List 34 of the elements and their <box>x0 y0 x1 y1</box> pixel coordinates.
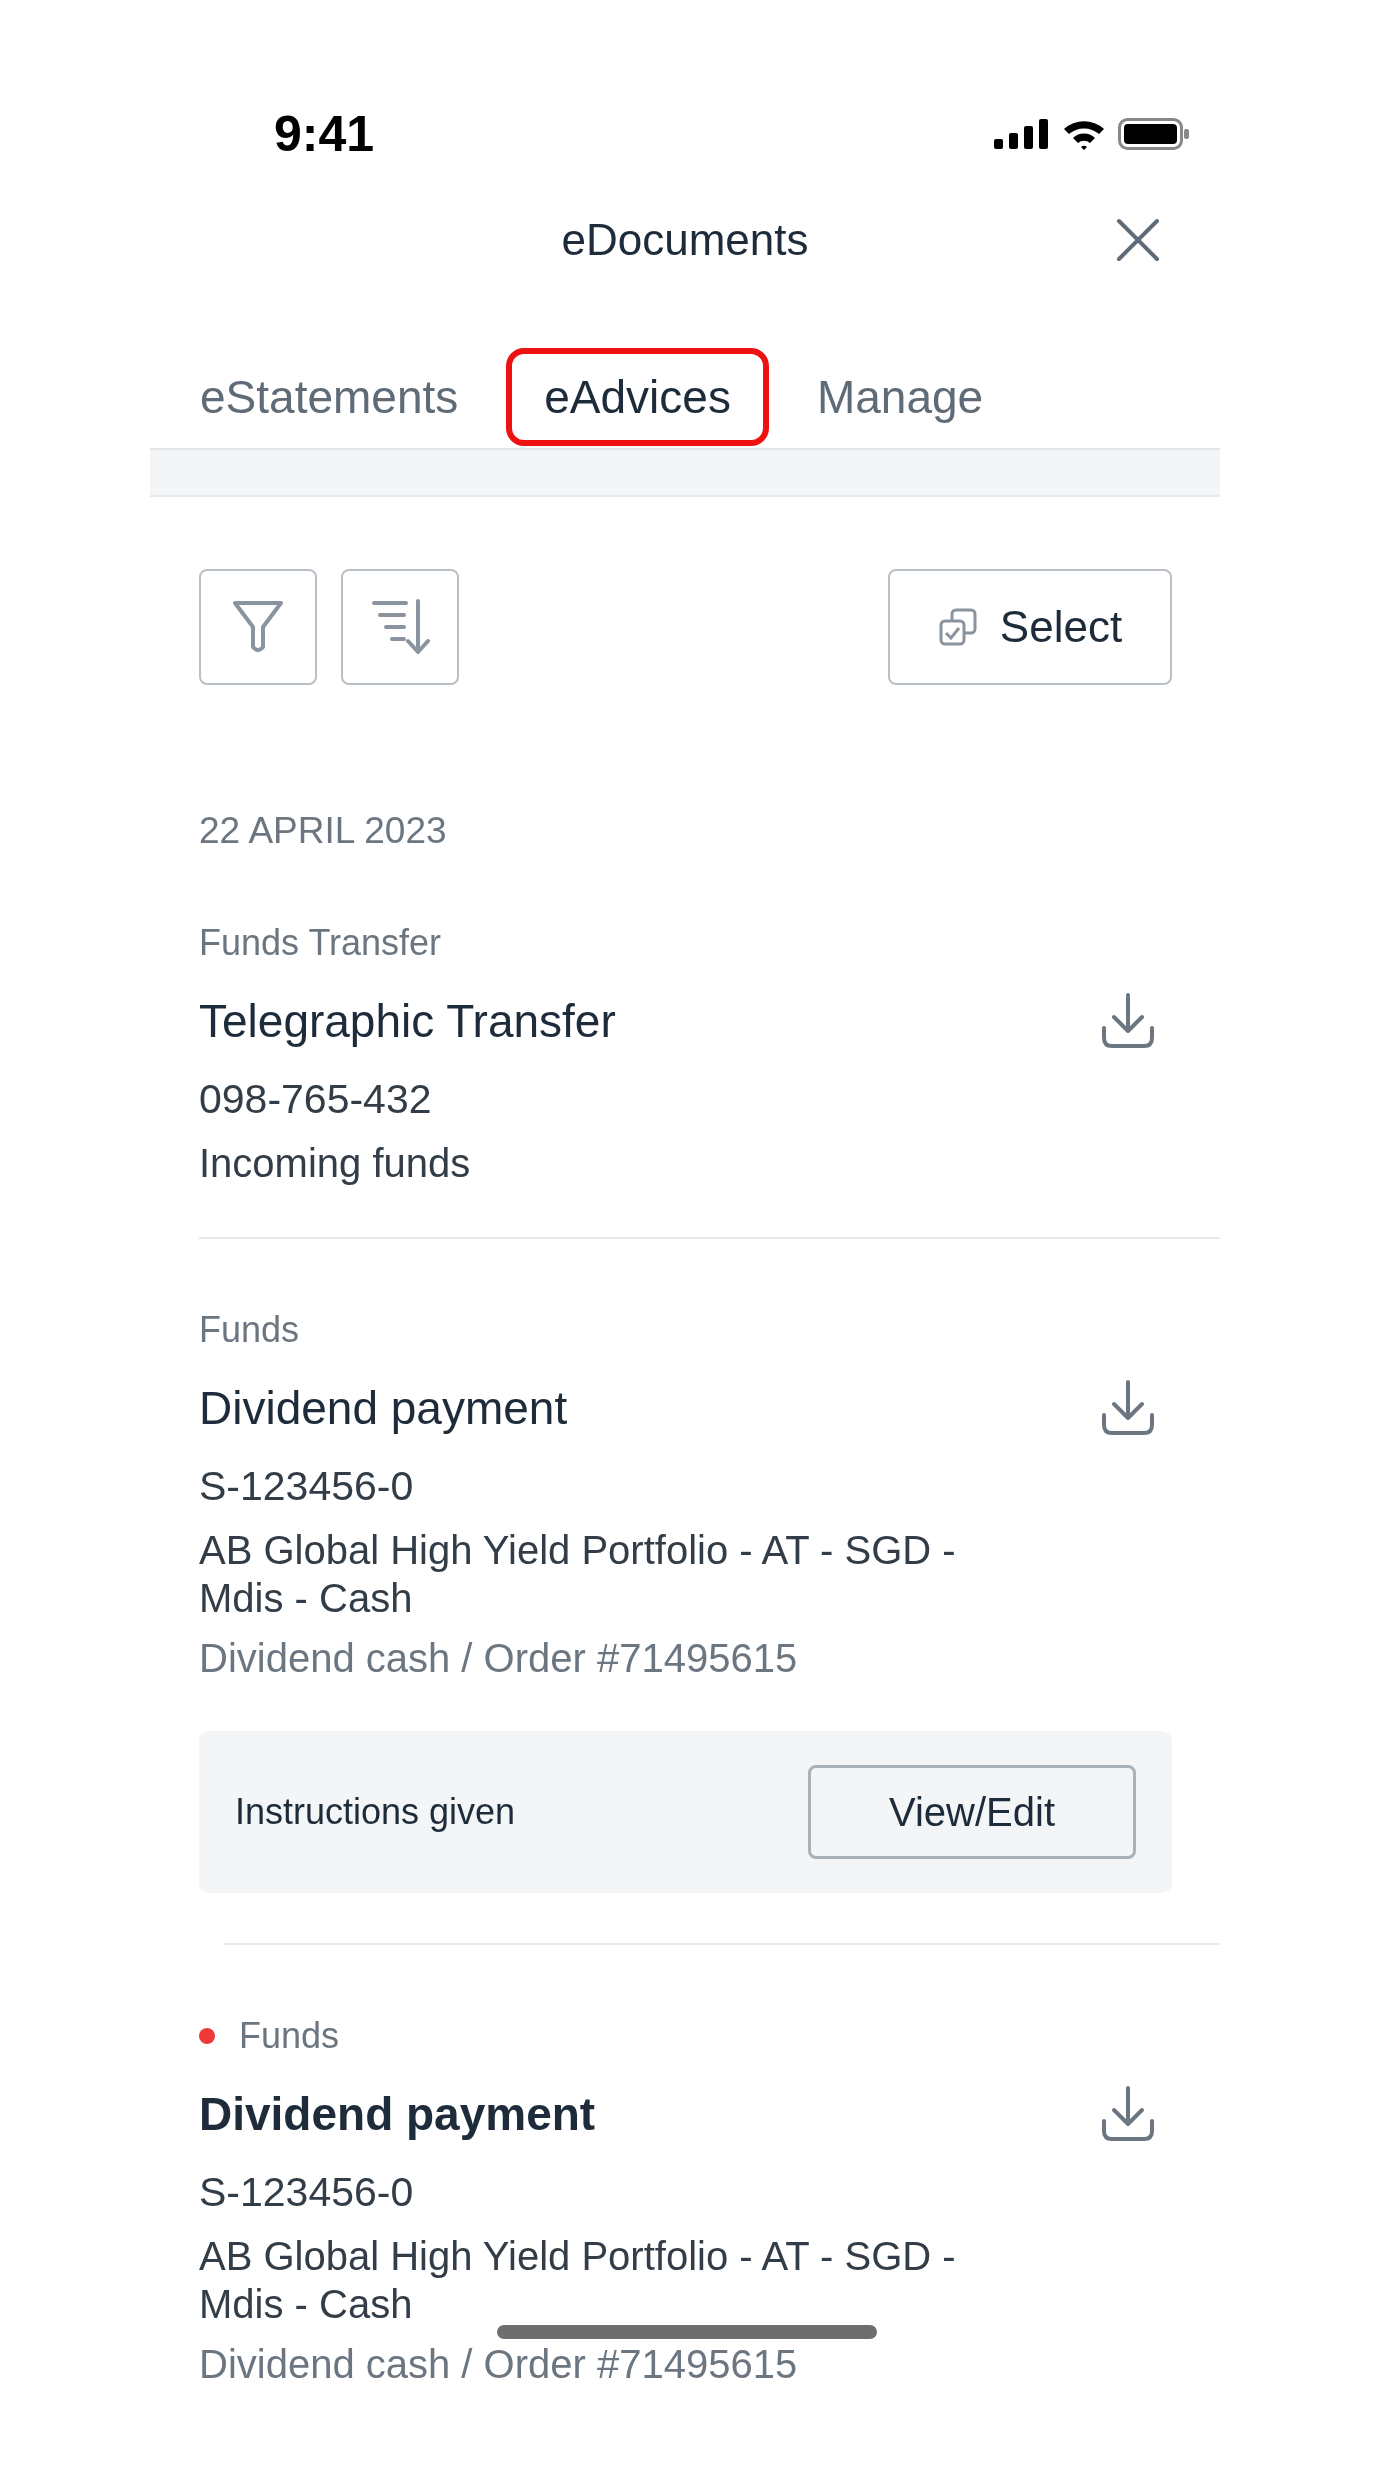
download-icon[interactable] <box>1100 2085 1156 2143</box>
item-category: Funds Transfer <box>199 922 442 964</box>
item-meta: Dividend cash / Order #71495615 <box>199 1636 799 1681</box>
item-category: Funds <box>199 1309 300 1351</box>
status-time: 9:41 <box>274 105 375 163</box>
item-description: Incoming funds <box>199 1140 472 1187</box>
date-heading: 22 APRIL 2023 <box>199 810 448 852</box>
instructions-text: Instructions given <box>235 1791 516 1833</box>
item-title[interactable]: Telegraphic Transfer <box>199 994 616 1048</box>
tab[interactable]: eStatements <box>162 348 497 446</box>
item-meta: Dividend cash / Order #71495615 <box>199 2342 799 2387</box>
item-description: AB Global High Yield Portfolio - AT - SGD - Mdis - Cash <box>199 2233 957 2328</box>
item-reference: S-123456-0 <box>199 2169 415 2216</box>
tab[interactable]: Manage <box>778 348 1022 446</box>
sort-icon <box>370 597 430 657</box>
item-title[interactable]: Dividend payment <box>199 2087 596 2141</box>
wifi-icon <box>1062 118 1106 150</box>
item-description: AB Global High Yield Portfolio - AT - SGD - Mdis - Cash <box>199 1527 957 1622</box>
select-button[interactable]: Select <box>888 569 1172 685</box>
signal-icon <box>994 119 1050 149</box>
item-reference: 098-765-432 <box>199 1076 433 1123</box>
screen-title: eDocuments <box>561 215 809 265</box>
download-icon[interactable] <box>1100 1379 1156 1437</box>
battery-icon <box>1118 118 1190 150</box>
item-category: Funds <box>239 2015 340 2057</box>
tab[interactable]: eAdvices <box>506 348 769 446</box>
sort-button[interactable] <box>341 569 459 685</box>
select-icon <box>937 607 978 647</box>
item-title[interactable]: Dividend payment <box>199 1381 568 1435</box>
download-icon[interactable] <box>1100 992 1156 1050</box>
filter-button[interactable] <box>199 569 317 685</box>
view-edit-button[interactable]: View/Edit <box>808 1765 1136 1859</box>
item-reference: S-123456-0 <box>199 1463 415 1510</box>
close-icon[interactable] <box>1116 218 1160 262</box>
